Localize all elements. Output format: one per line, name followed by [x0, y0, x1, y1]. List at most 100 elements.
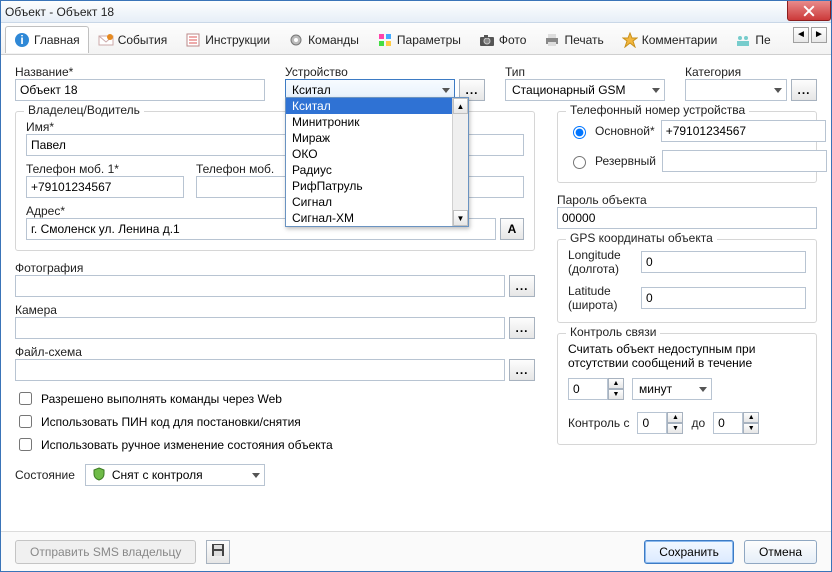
- lon-input[interactable]: [641, 251, 806, 273]
- dropdown-scrollbar[interactable]: ▲ ▼: [452, 98, 468, 226]
- link-timeout-input[interactable]: [568, 378, 608, 400]
- spin-up[interactable]: ▲: [667, 412, 683, 423]
- device-option[interactable]: Сигнал: [286, 194, 468, 210]
- save-button[interactable]: Сохранить: [644, 540, 734, 564]
- use-pin-checkbox[interactable]: Использовать ПИН код для постановки/снят…: [15, 412, 535, 431]
- camera-icon: [479, 32, 495, 48]
- device-option[interactable]: РифПатруль: [286, 178, 468, 194]
- device-option[interactable]: Сигнал-ХМ: [286, 210, 468, 226]
- status-select[interactable]: Снят с контроля: [85, 464, 265, 486]
- control-to-input[interactable]: [713, 412, 743, 434]
- device-option[interactable]: Мираж: [286, 130, 468, 146]
- link-legend: Контроль связи: [566, 325, 660, 339]
- device-select-value: Кситал: [292, 83, 331, 97]
- allow-web-label: Разрешено выполнять команды через Web: [41, 392, 282, 406]
- tab-more[interactable]: Пе: [726, 26, 779, 53]
- send-sms-button[interactable]: Отправить SMS владельцу: [15, 540, 196, 564]
- tab-photo[interactable]: Фото: [470, 26, 536, 53]
- tab-print[interactable]: Печать: [535, 26, 612, 53]
- info-icon: i: [14, 32, 30, 48]
- tab-scroll-right[interactable]: ►: [811, 27, 827, 43]
- label-type: Тип: [505, 65, 525, 79]
- file-scheme-input[interactable]: [15, 359, 505, 381]
- tab-main[interactable]: i Главная: [5, 26, 89, 53]
- link-timeout-spinner[interactable]: ▲▼: [568, 378, 624, 400]
- control-from-spinner[interactable]: ▲▼: [637, 412, 683, 434]
- label-phone2: Телефон моб.: [196, 162, 274, 176]
- spin-down[interactable]: ▼: [743, 423, 759, 434]
- photo-browse-button[interactable]: ...: [509, 275, 535, 297]
- cancel-button[interactable]: Отмена: [744, 540, 817, 564]
- name-input[interactable]: [15, 79, 265, 101]
- phone-main-radio[interactable]: [573, 126, 586, 139]
- label-obj-password: Пароль объекта: [557, 193, 647, 207]
- device-option[interactable]: Минитроник: [286, 114, 468, 130]
- person-icon: [735, 32, 751, 48]
- phone1-input[interactable]: [26, 176, 184, 198]
- label-control-from: Контроль с: [568, 416, 629, 430]
- link-control-group: Контроль связи Считать объект недоступны…: [557, 333, 817, 445]
- tab-commands-label: Команды: [308, 33, 359, 47]
- file-scheme-browse-button[interactable]: ...: [509, 359, 535, 381]
- camera-input[interactable]: [15, 317, 505, 339]
- chevron-down-icon: [652, 88, 660, 93]
- unit-value: минут: [639, 382, 672, 396]
- label-device: Устройство: [285, 65, 348, 79]
- tab-scroll-left[interactable]: ◄: [793, 27, 809, 43]
- scroll-up-button[interactable]: ▲: [453, 98, 468, 114]
- control-from-input[interactable]: [637, 412, 667, 434]
- photo-input[interactable]: [15, 275, 505, 297]
- close-button[interactable]: [787, 1, 831, 21]
- save-disk-button[interactable]: [206, 540, 230, 564]
- scroll-down-button[interactable]: ▼: [453, 210, 468, 226]
- window-title: Объект - Объект 18: [5, 5, 114, 19]
- label-status: Состояние: [15, 468, 75, 482]
- phone-reserve-radio[interactable]: [573, 156, 586, 169]
- device-option[interactable]: Кситал: [286, 98, 468, 114]
- manual-state-checkbox[interactable]: Использовать ручное изменение состояния …: [15, 435, 535, 454]
- label-to: до: [691, 416, 705, 430]
- phone-main-input[interactable]: [661, 120, 826, 142]
- device-dropdown-list[interactable]: КситалМинитроникМиражОКОРадиусРифПатруль…: [285, 97, 469, 227]
- tab-commands[interactable]: Команды: [279, 26, 368, 53]
- unit-select[interactable]: минут: [632, 378, 712, 400]
- category-browse-button[interactable]: ...: [791, 79, 817, 101]
- dialog-footer: Отправить SMS владельцу Сохранить Отмена: [1, 531, 831, 571]
- camera-browse-button[interactable]: ...: [509, 317, 535, 339]
- tab-instructions-label: Инструкции: [205, 33, 270, 47]
- status-value: Снят с контроля: [112, 468, 203, 482]
- lat-input[interactable]: [641, 287, 806, 309]
- label-lon: Longitude (долгота): [568, 248, 633, 276]
- obj-password-input[interactable]: [557, 207, 817, 229]
- spin-down[interactable]: ▼: [667, 423, 683, 434]
- spin-up[interactable]: ▲: [743, 412, 759, 423]
- gear-icon: [288, 32, 304, 48]
- device-option[interactable]: Радиус: [286, 162, 468, 178]
- type-select-value: Стационарный GSM: [512, 83, 626, 97]
- control-to-spinner[interactable]: ▲▼: [713, 412, 759, 434]
- address-lookup-button[interactable]: A: [500, 218, 524, 240]
- tab-more-label: Пе: [755, 33, 770, 47]
- chevron-down-icon: [699, 387, 707, 392]
- spin-up[interactable]: ▲: [608, 378, 624, 389]
- tab-comments[interactable]: Комментарии: [613, 26, 727, 53]
- device-option[interactable]: ОКО: [286, 146, 468, 162]
- use-pin-label: Использовать ПИН код для постановки/снят…: [41, 415, 301, 429]
- spin-down[interactable]: ▼: [608, 389, 624, 400]
- tab-instructions[interactable]: Инструкции: [176, 26, 279, 53]
- label-phone-reserve: Резервный: [595, 154, 656, 168]
- floppy-icon: [211, 543, 225, 560]
- tab-main-label: Главная: [34, 33, 80, 47]
- tab-events[interactable]: События: [89, 26, 177, 53]
- titlebar[interactable]: Объект - Объект 18: [1, 1, 831, 23]
- label-address: Адрес*: [26, 204, 65, 218]
- printer-icon: [544, 32, 560, 48]
- tab-params[interactable]: Параметры: [368, 26, 470, 53]
- gps-legend: GPS координаты объекта: [566, 231, 717, 245]
- type-select[interactable]: Стационарный GSM: [505, 79, 665, 101]
- category-select[interactable]: [685, 79, 787, 101]
- manual-state-label: Использовать ручное изменение состояния …: [41, 438, 333, 452]
- allow-web-checkbox[interactable]: Разрешено выполнять команды через Web: [15, 389, 535, 408]
- label-phone-main: Основной*: [595, 124, 655, 138]
- phone-reserve-input[interactable]: [662, 150, 827, 172]
